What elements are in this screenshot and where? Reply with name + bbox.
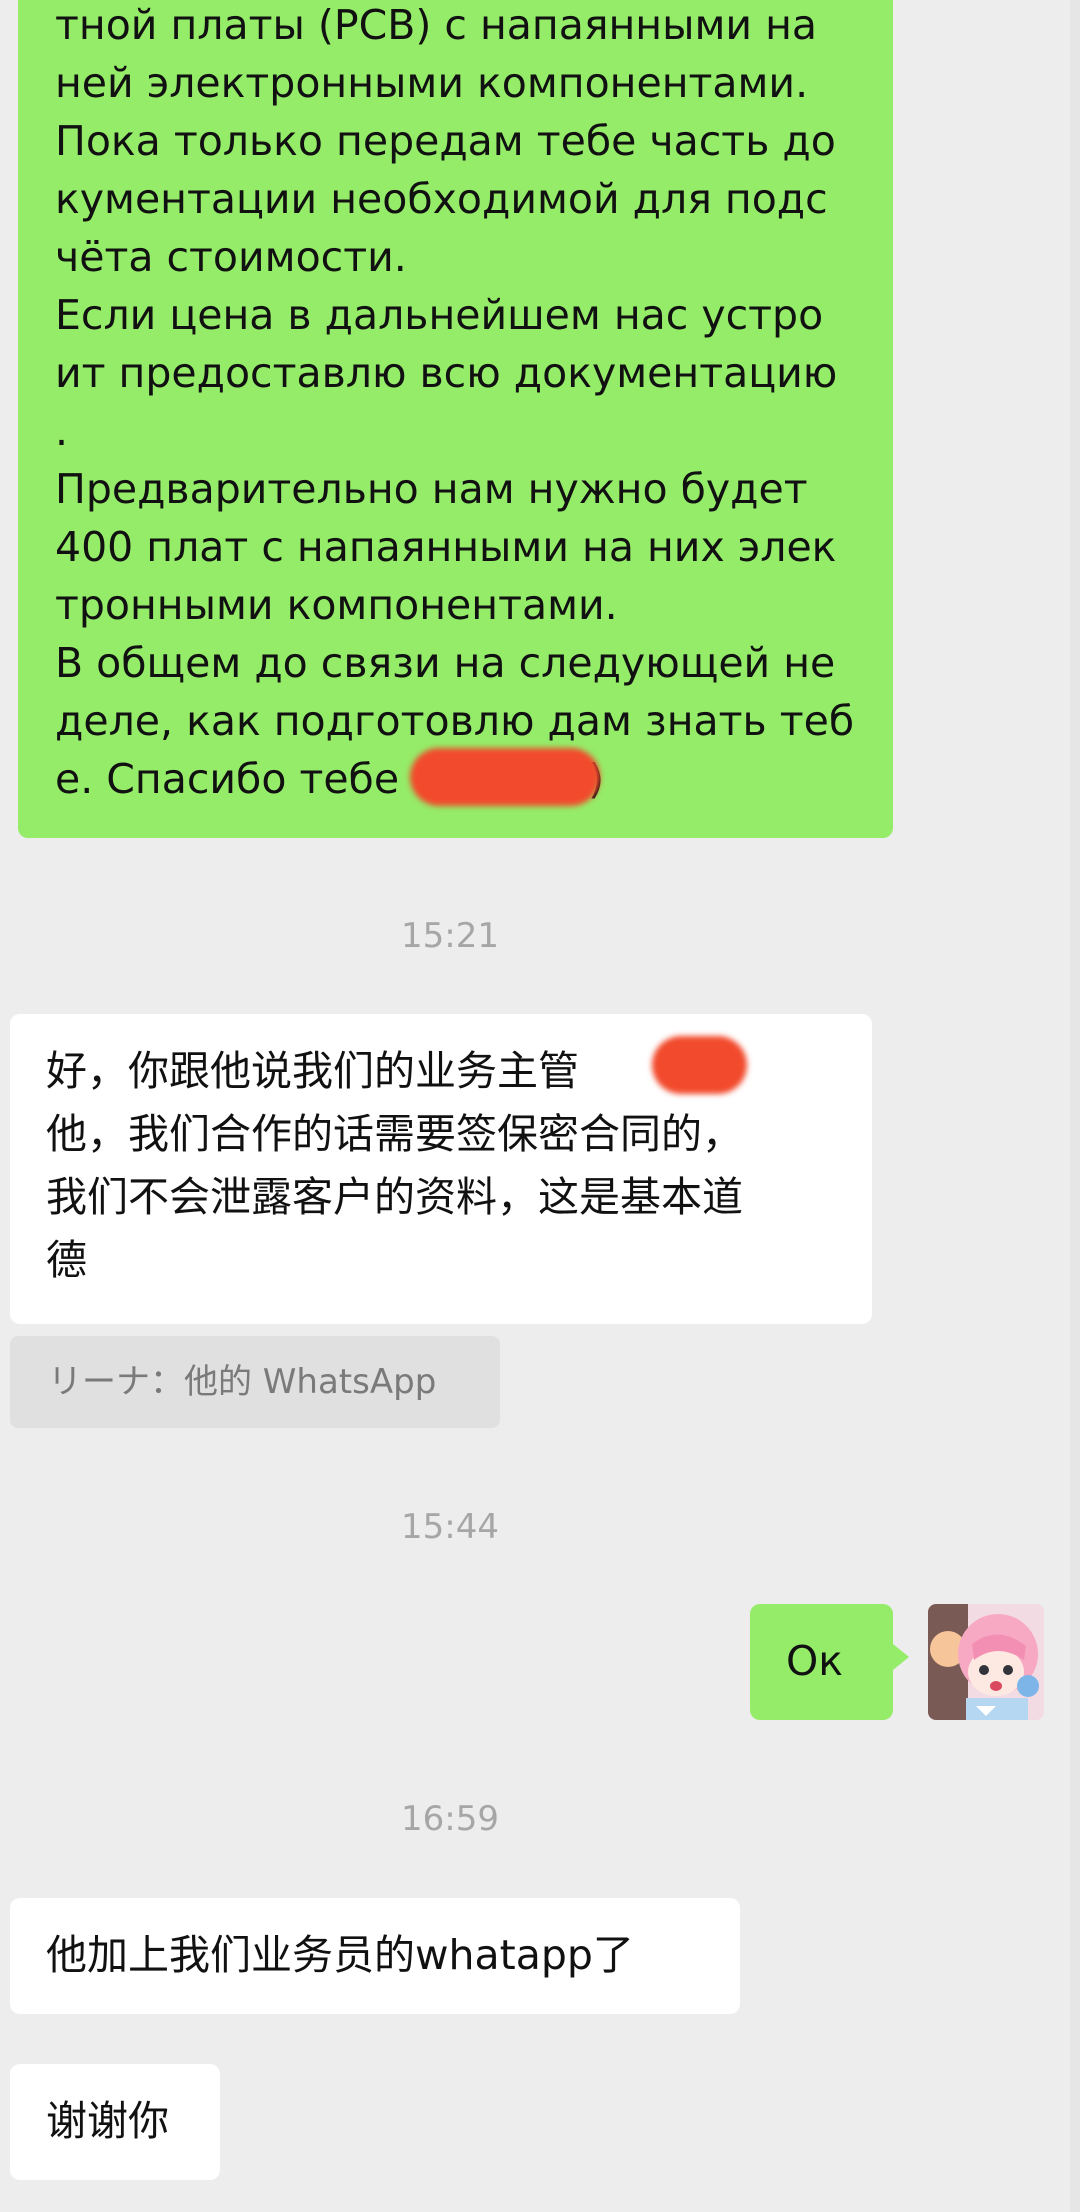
- message-timestamp: 15:44: [401, 1507, 499, 1547]
- message-text-line: деле, как подготовлю дам знать теб: [55, 697, 855, 745]
- message-text-line: 我们不会泄露客户的资料，这是基本道: [46, 1173, 743, 1221]
- message-text-line: тронными компонентами.: [55, 581, 618, 629]
- redaction-mark: [410, 748, 600, 806]
- message-text-line: В общем до связи на следующей не: [55, 639, 836, 687]
- message-text-line: Предварительно нам нужно будет: [55, 465, 808, 513]
- message-text-line: чёта стоимости.: [55, 233, 407, 281]
- message-text-line: тной платы (PCB) с напаянными на: [55, 1, 818, 49]
- message-text-line: 400 плат с напаянными на них элек: [55, 523, 837, 571]
- message-text-line: Ок: [786, 1637, 844, 1685]
- message-bubble-incoming[interactable]: 他加上我们业务员的whatapp了: [10, 1898, 740, 2014]
- message-text-line: ит предоставлю всю документацию: [55, 349, 838, 397]
- message-text-line: Если цена в дальнейшем нас устро: [55, 291, 824, 339]
- message-text-line: .: [55, 407, 69, 455]
- quoted-message[interactable]: リーナ：他的 WhatsApp: [10, 1336, 500, 1428]
- message-text-line: Пока только передам тебе часть до: [55, 117, 836, 165]
- message-timestamp: 16:59: [401, 1799, 499, 1839]
- message-timestamp: 15:21: [401, 916, 499, 956]
- message-text-line: ней электронными компонентами.: [55, 59, 809, 107]
- message-bubble-outgoing[interactable]: Ок: [750, 1604, 909, 1720]
- message-text-line: 他加上我们业务员的whatapp了: [46, 1931, 634, 1979]
- message-text-line: 他，我们合作的话需要签保密合同的，: [46, 1110, 743, 1158]
- quoted-message-text: リーナ：他的 WhatsApp: [48, 1362, 437, 1402]
- redaction-mark: [652, 1036, 747, 1094]
- message-text-line: 谢谢你: [46, 2097, 169, 2145]
- message-text-line: 德: [46, 1236, 87, 1284]
- message-text-segment: е. Спасибо тебе: [55, 755, 413, 803]
- user-avatar[interactable]: [928, 1604, 1044, 1720]
- message-text-line: 好，你跟他说我们的业务主管加: [46, 1040, 872, 1103]
- message-text-line: кументации необходимой для подс: [55, 175, 828, 223]
- message-bubble-incoming[interactable]: 谢谢你: [10, 2064, 220, 2180]
- message-text-segment: 好，你跟他说我们的业务主管: [46, 1047, 579, 1095]
- anime-girl-avatar-icon: [928, 1604, 1044, 1720]
- message-bubble-outgoing[interactable]: тной платы (PCB) с напаянными на ней эле…: [18, 0, 893, 838]
- scrollbar-track[interactable]: [1070, 0, 1080, 2212]
